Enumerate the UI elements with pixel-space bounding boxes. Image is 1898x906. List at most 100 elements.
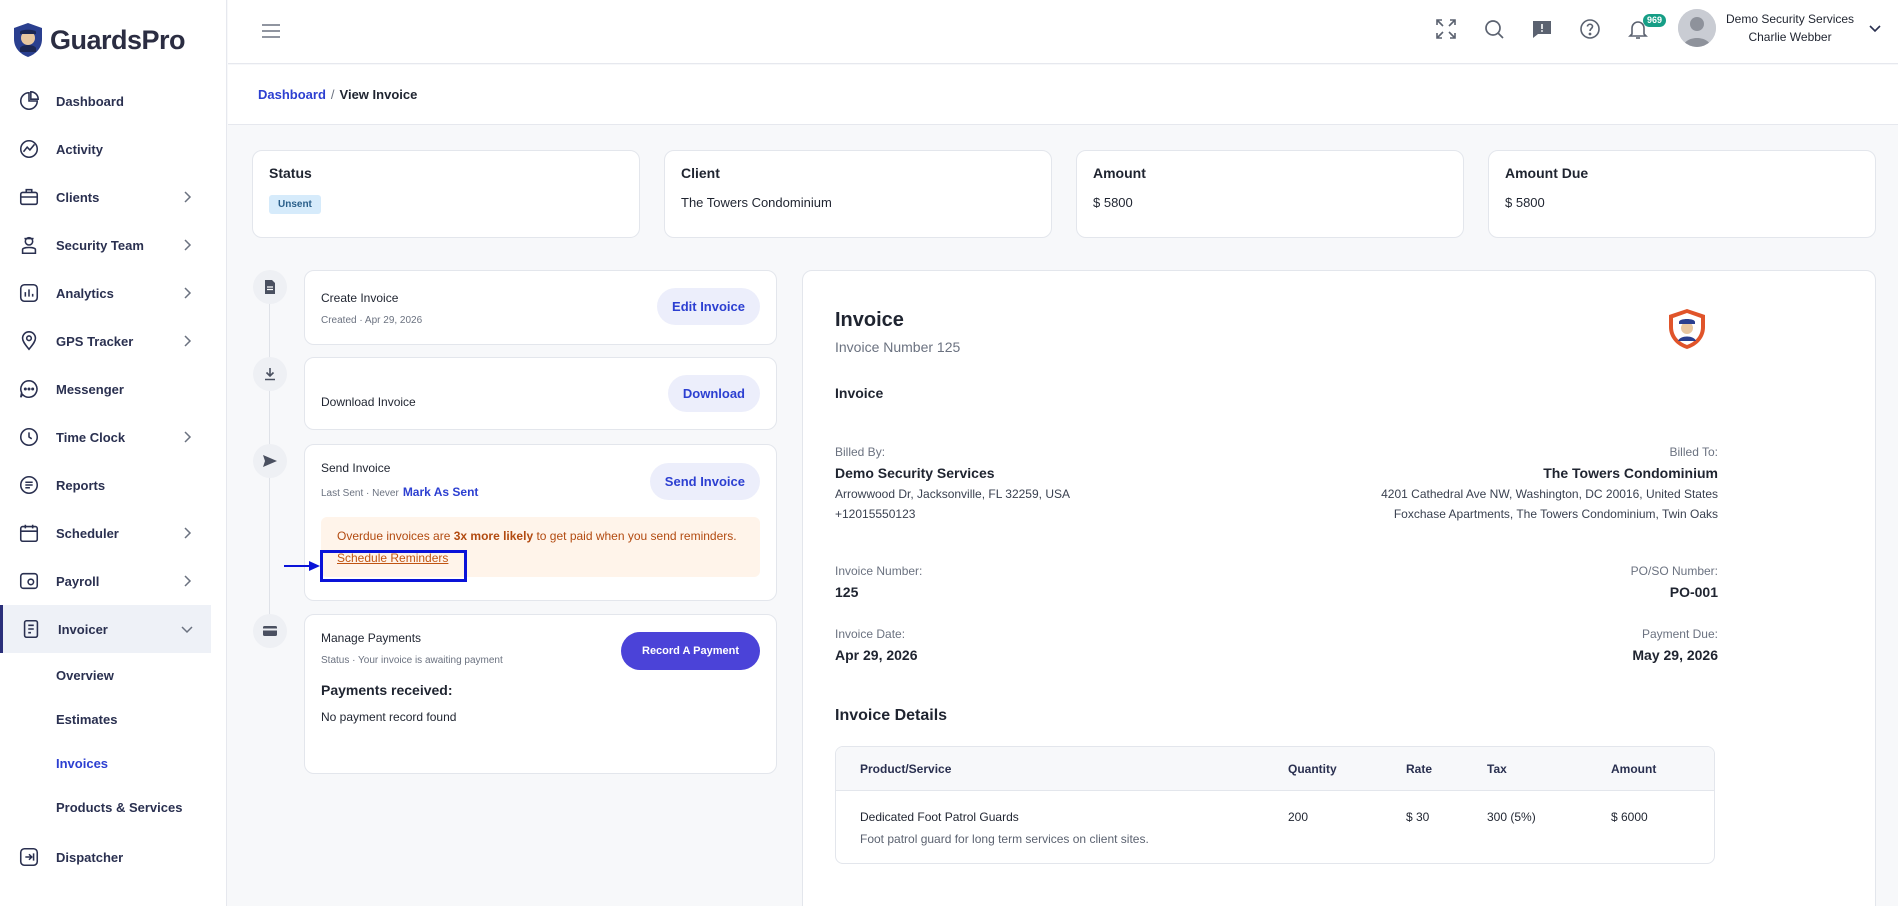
status-card: Status Unsent <box>252 150 640 238</box>
avatar <box>1678 9 1716 47</box>
payments-received-title: Payments received: <box>321 682 453 698</box>
topbar-actions: 969 <box>1435 14 1667 40</box>
gps-icon <box>18 330 40 352</box>
invoice-date-value: Apr 29, 2026 <box>835 647 918 663</box>
amount-due-label: Amount Due <box>1505 165 1589 181</box>
highlight-box <box>320 550 467 582</box>
fullscreen-icon[interactable] <box>1435 18 1457 40</box>
sidebar-item-label: Security Team <box>56 237 144 253</box>
last-sent-text: Last Sent · Never <box>321 488 399 499</box>
logo[interactable]: GuardsPro <box>12 22 186 58</box>
send-invoice-button[interactable]: Send Invoice <box>649 463 760 500</box>
sidebar-subitem-invoices[interactable]: Invoices <box>0 741 226 785</box>
po-value: PO-001 <box>1669 584 1718 600</box>
create-invoice-card: Create Invoice Created · Apr 29, 2026 Ed… <box>304 270 777 345</box>
sidebar-item-label: Invoicer <box>58 621 108 637</box>
download-icon <box>253 357 287 391</box>
sidebar-item-activity[interactable]: Activity <box>0 125 226 173</box>
invoice-subtitle: Invoice <box>835 385 884 401</box>
breadcrumb-separator: / <box>330 87 335 102</box>
sidebar-item-analytics[interactable]: Analytics <box>0 269 226 317</box>
app-name: GuardsPro <box>50 24 186 55</box>
company-badge-icon <box>1669 309 1705 349</box>
payment-due-label: Payment Due: <box>1641 627 1718 641</box>
invoice-title: Invoice <box>835 309 904 331</box>
user-name: Charlie Webber <box>1748 30 1832 44</box>
sidebar-subitem-overview[interactable]: Overview <box>0 653 226 697</box>
invoicer-icon <box>20 618 42 640</box>
breadcrumb-current: View Invoice <box>339 87 418 102</box>
table-header: Product/Service Quantity Rate Tax Amount <box>836 747 1714 791</box>
sidebar-item-messenger[interactable]: Messenger <box>0 365 226 413</box>
status-label: Status <box>269 165 312 181</box>
sidebar-item-reports[interactable]: Reports <box>0 461 226 509</box>
chevron-right-icon <box>184 287 192 299</box>
sidebar-item-dashboard[interactable]: Dashboard <box>0 77 226 125</box>
guardspro-logo-icon <box>14 23 42 57</box>
amount-label: Amount <box>1093 165 1146 181</box>
notification-count: 969 <box>1643 14 1667 27</box>
record-payment-button[interactable]: Record A Payment <box>621 632 760 670</box>
item-amount: $ 6000 <box>1611 810 1648 824</box>
messenger-icon <box>18 378 40 400</box>
activity-icon <box>18 138 40 160</box>
download-invoice-card: Download Invoice Download <box>304 357 777 430</box>
chevron-down-icon <box>181 626 193 634</box>
menu-icon[interactable] <box>261 22 281 40</box>
sidebar-item-label: Scheduler <box>56 525 119 541</box>
item-rate: $ 30 <box>1406 810 1430 824</box>
sidebar-item-clients[interactable]: Clients <box>0 173 226 221</box>
billed-to-address: 4201 Cathedral Ave NW, Washington, DC 20… <box>1381 487 1718 501</box>
invoice-number-label: Invoice Number: <box>835 564 923 578</box>
amount-card: Amount $ 5800 <box>1076 150 1464 238</box>
column-header-product: Product/Service <box>860 762 952 776</box>
clock-icon <box>18 426 40 448</box>
sidebar-nav: Dashboard Activity Clients Security Team… <box>0 77 226 881</box>
mark-as-sent-link[interactable]: Mark As Sent <box>403 485 479 499</box>
po-label: PO/SO Number: <box>1630 564 1718 578</box>
item-quantity: 200 <box>1288 810 1309 824</box>
sidebar-item-invoicer[interactable]: Invoicer <box>0 605 211 653</box>
sidebar-item-label: Clients <box>56 189 100 205</box>
topbar: 969 Demo Security Services Charlie Webbe… <box>228 0 1898 64</box>
calendar-icon <box>18 522 40 544</box>
sidebar-subitem-products-services[interactable]: Products & Services <box>0 785 226 829</box>
sidebar-item-time-clock[interactable]: Time Clock <box>0 413 226 461</box>
invoice-preview: Invoice Invoice Number 125 Invoice Bille… <box>802 270 1876 906</box>
user-menu[interactable]: Demo Security Services Charlie Webber <box>1678 9 1882 47</box>
feedback-icon[interactable] <box>1531 18 1553 40</box>
pointer-arrow-icon <box>284 561 320 571</box>
no-payment-text: No payment record found <box>321 710 457 724</box>
download-button[interactable]: Download <box>667 375 760 412</box>
clients-icon <box>18 186 40 208</box>
invoice-details-title: Invoice Details <box>835 707 948 724</box>
amount-due-card: Amount Due $ 5800 <box>1488 150 1876 238</box>
billed-to-address-line2: Foxchase Apartments, The Towers Condomin… <box>1393 507 1718 521</box>
breadcrumb-dashboard-link[interactable]: Dashboard <box>258 87 326 102</box>
item-product: Dedicated Foot Patrol Guards <box>860 810 1019 824</box>
column-header-rate: Rate <box>1406 762 1433 776</box>
sidebar-item-scheduler[interactable]: Scheduler <box>0 509 226 557</box>
amount-value: $ 5800 <box>1093 195 1133 210</box>
search-icon[interactable] <box>1483 18 1505 40</box>
help-icon[interactable] <box>1579 18 1601 40</box>
client-value: The Towers Condominium <box>681 195 832 210</box>
dispatcher-icon <box>18 846 40 868</box>
send-icon <box>253 444 287 478</box>
client-card: Client The Towers Condominium <box>664 150 1052 238</box>
sidebar-item-security-team[interactable]: Security Team <box>0 221 226 269</box>
reports-icon <box>18 474 40 496</box>
sidebar-item-dispatcher[interactable]: Dispatcher <box>0 833 226 881</box>
item-description: Foot patrol guard for long term services… <box>860 832 1149 846</box>
sidebar-item-gps-tracker[interactable]: GPS Tracker <box>0 317 226 365</box>
sidebar-subitem-estimates[interactable]: Estimates <box>0 697 226 741</box>
invoice-items-table: Product/Service Quantity Rate Tax Amount… <box>835 746 1715 864</box>
sidebar-item-label: GPS Tracker <box>56 333 134 349</box>
edit-invoice-button[interactable]: Edit Invoice <box>657 288 760 325</box>
sidebar-item-label: Activity <box>56 141 103 157</box>
sidebar-item-label: Messenger <box>56 381 124 397</box>
item-tax: 300 (5%) <box>1487 810 1536 824</box>
notifications-icon[interactable]: 969 <box>1627 14 1667 40</box>
sidebar-item-payroll[interactable]: Payroll <box>0 557 226 605</box>
sidebar-item-label: Time Clock <box>56 429 126 445</box>
